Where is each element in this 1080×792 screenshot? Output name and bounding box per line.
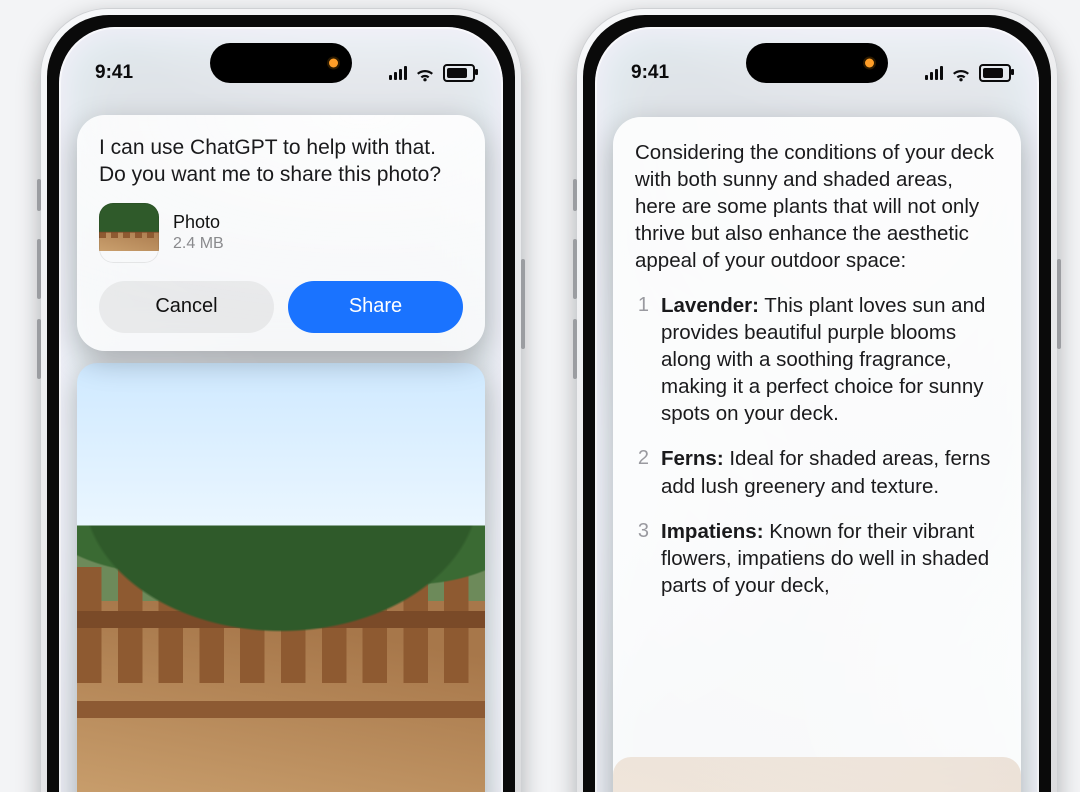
power-button [521, 259, 525, 349]
dynamic-island [210, 43, 352, 83]
cellular-icon [389, 66, 407, 80]
answer-card[interactable]: Considering the conditions of your deck … [613, 117, 1021, 792]
side-button [573, 179, 577, 211]
list-item: 2 Ferns: Ideal for shaded areas, ferns a… [635, 445, 999, 499]
wifi-icon [951, 66, 971, 80]
attachment[interactable]: Photo 2.4 MB [99, 203, 463, 263]
share-button[interactable]: Share [288, 281, 463, 333]
battery-icon [443, 64, 475, 82]
screen-left: 9:41 I can use ChatGPT to help with that… [59, 27, 503, 792]
status-time: 9:41 [95, 62, 133, 84]
phone-left: 9:41 I can use ChatGPT to help with that… [40, 8, 522, 792]
list-number: 3 [635, 518, 649, 599]
phone-right: 9:41 Considering the conditions of your … [576, 8, 1058, 792]
cancel-button[interactable]: Cancel [99, 281, 274, 333]
screen-right: 9:41 Considering the conditions of your … [595, 27, 1039, 792]
volume-up-button [37, 239, 41, 299]
siri-message: I can use ChatGPT to help with that. Do … [99, 135, 463, 189]
list-item: 3 Impatiens: Known for their vibrant flo… [635, 518, 999, 599]
plant-name: Ferns: [661, 447, 724, 470]
background-photo [77, 363, 485, 792]
plant-name: Impatiens: [661, 520, 764, 543]
status-time: 9:41 [631, 62, 669, 84]
cellular-icon [925, 66, 943, 80]
volume-down-button [37, 319, 41, 379]
list-number: 1 [635, 292, 649, 427]
list-item: 1 Lavender: This plant loves sun and pro… [635, 292, 999, 427]
answer-list: 1 Lavender: This plant loves sun and pro… [635, 292, 999, 598]
plant-name: Lavender: [661, 294, 759, 317]
volume-down-button [573, 319, 577, 379]
battery-icon [979, 64, 1011, 82]
power-button [1057, 259, 1061, 349]
answer-intro: Considering the conditions of your deck … [635, 139, 999, 274]
dynamic-island [746, 43, 888, 83]
volume-up-button [573, 239, 577, 299]
attachment-size: 2.4 MB [173, 235, 224, 253]
list-number: 2 [635, 445, 649, 499]
wifi-icon [415, 66, 435, 80]
side-button [37, 179, 41, 211]
siri-prompt-card: I can use ChatGPT to help with that. Do … [77, 115, 485, 351]
attachment-thumbnail [99, 203, 159, 263]
attachment-title: Photo [173, 213, 224, 233]
